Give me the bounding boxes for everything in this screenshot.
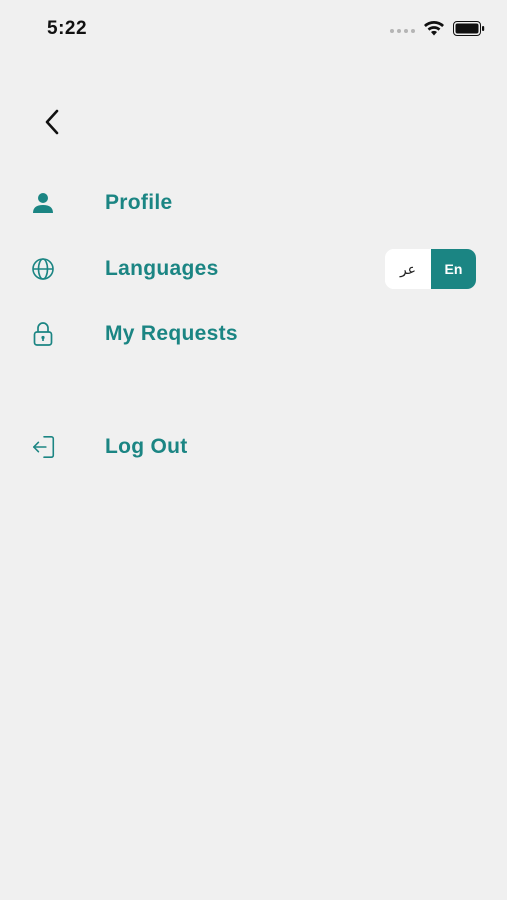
logout-icon <box>31 434 57 460</box>
lock-icon <box>30 321 56 347</box>
menu-item-label: Profile <box>105 191 173 214</box>
status-indicators <box>390 20 485 41</box>
menu-item-profile[interactable]: Profile <box>0 178 507 228</box>
language-option-english[interactable]: En <box>431 249 476 289</box>
chevron-left-icon <box>43 108 61 141</box>
menu-item-label: Languages <box>105 257 219 280</box>
menu-item-my-requests[interactable]: My Requests <box>0 309 507 359</box>
status-bar: 5:22 <box>0 0 507 60</box>
menu-item-label: Log Out <box>105 435 188 458</box>
language-toggle[interactable]: عر En <box>385 249 476 289</box>
wifi-icon <box>423 20 445 41</box>
menu-item-label: My Requests <box>105 322 238 345</box>
cellular-signal-icon <box>390 28 415 33</box>
status-time: 5:22 <box>47 18 88 39</box>
person-icon <box>30 190 56 216</box>
back-button[interactable] <box>36 106 68 142</box>
globe-icon <box>30 256 56 282</box>
language-option-arabic[interactable]: عر <box>385 249 431 289</box>
menu-item-log-out[interactable]: Log Out <box>0 422 507 472</box>
battery-icon <box>453 20 485 41</box>
